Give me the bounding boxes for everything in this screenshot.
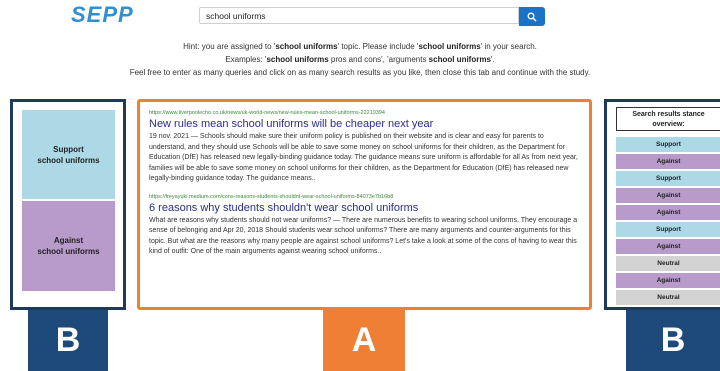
result-snippet: What are reasons why students should not… <box>149 216 578 256</box>
result-url[interactable]: https://freyayuki.medium.com/cons-reason… <box>149 194 580 200</box>
against-label-line1: Against <box>53 236 84 245</box>
stance-overview-panel: Search results stance overview: Support … <box>604 99 720 310</box>
overview-row: Neutral <box>616 290 720 305</box>
overview-row: Against <box>616 205 720 220</box>
hint-line-2: Examples: 'school uniforms pros and cons… <box>225 55 495 64</box>
against-button[interactable]: Against school uniforms <box>22 201 115 291</box>
stance-buttons-panel: Support school uniforms Against school u… <box>10 99 126 310</box>
result-title[interactable]: New rules mean school uniforms will be c… <box>149 118 580 130</box>
result-snippet: 19 nov. 2021 — Schools should make sure … <box>149 133 578 182</box>
overview-row: Support <box>616 222 720 237</box>
hint-line-1: Hint: you are assigned to 'school unifor… <box>183 42 537 51</box>
overview-title-line1: Search results stance <box>632 111 705 118</box>
against-label-line2: school uniforms <box>37 247 100 256</box>
app-logo: SEPP <box>71 2 134 27</box>
result-url[interactable]: https://www.liverpoolecho.co.uk/news/uk-… <box>149 110 580 116</box>
overview-row: Against <box>616 188 720 203</box>
support-label-line1: Support <box>53 144 84 154</box>
overview-row: Support <box>616 137 720 152</box>
label-b-right: B <box>626 310 720 371</box>
search-result: https://freyayuki.medium.com/cons-reason… <box>149 194 580 258</box>
overview-row: Support <box>616 171 720 186</box>
overview-title-line2: overview: <box>652 121 685 128</box>
search-results-panel: https://www.liverpoolecho.co.uk/news/uk-… <box>137 99 592 310</box>
search-button[interactable] <box>519 7 545 26</box>
overview-row: Neutral <box>616 256 720 271</box>
label-b-left: B <box>28 310 108 371</box>
overview-title: Search results stance overview: <box>616 107 720 131</box>
support-label-line2: school uniforms <box>37 155 100 165</box>
result-title[interactable]: 6 reasons why students shouldn't wear sc… <box>149 202 580 214</box>
overview-row: Against <box>616 239 720 254</box>
search-bar <box>199 7 545 26</box>
search-result: https://www.liverpoolecho.co.uk/news/uk-… <box>149 110 580 185</box>
label-a: A <box>323 310 405 371</box>
overview-row: Against <box>616 273 720 288</box>
search-icon <box>527 12 537 21</box>
search-input[interactable] <box>199 7 519 24</box>
support-button[interactable]: Support school uniforms <box>22 110 115 199</box>
hint-line-3: Feel free to enter as many queries and c… <box>129 68 591 77</box>
overview-row: Against <box>616 154 720 169</box>
